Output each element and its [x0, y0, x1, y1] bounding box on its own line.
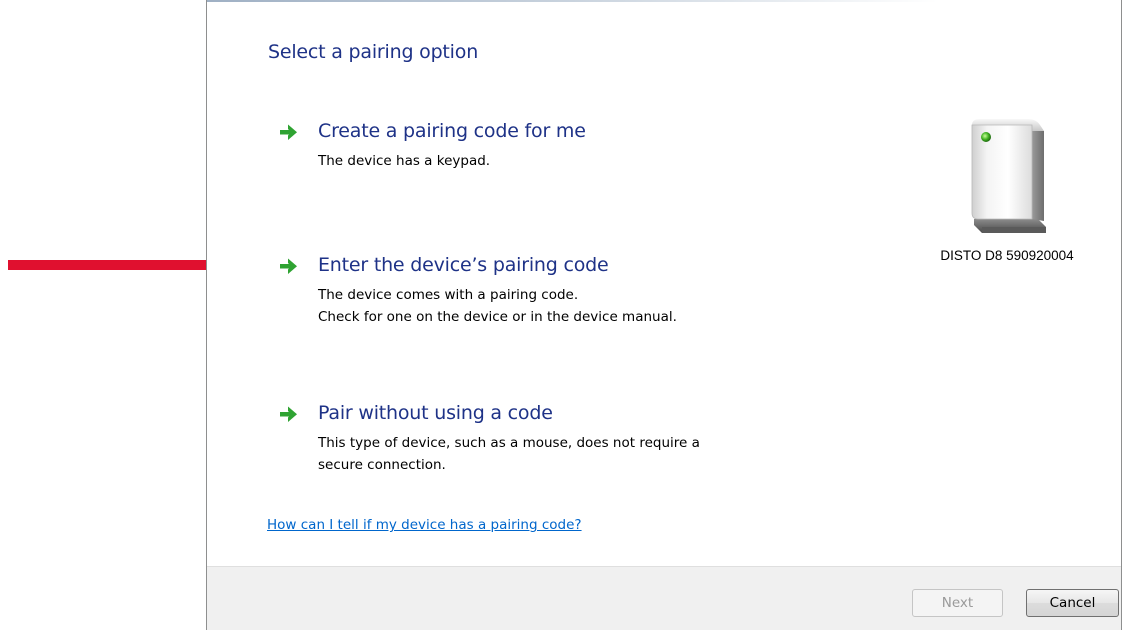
option-description-line: Check for one on the device or in the de… — [318, 309, 677, 325]
device-panel: DISTO D8 590920004 — [907, 110, 1117, 280]
next-button[interactable]: Next — [912, 589, 1003, 617]
device-name: DISTO D8 590920004 — [940, 248, 1074, 263]
option-description-line: The device has a keypad. — [318, 153, 491, 169]
option-description-line: The device comes with a pairing code. — [318, 287, 579, 303]
dialog-title: Select a pairing option — [268, 41, 479, 63]
generic-device-icon — [971, 119, 1046, 233]
dialog-footer: Next Cancel — [207, 566, 1121, 630]
option-description: This type of device, such as a mouse, do… — [318, 432, 700, 476]
cancel-button[interactable]: Cancel — [1026, 589, 1119, 617]
dialog-top-border — [207, 0, 1121, 2]
green-arrow-icon — [280, 406, 297, 422]
option-description: The device comes with a pairing code. Ch… — [318, 284, 677, 328]
green-arrow-icon — [280, 124, 297, 140]
pairing-dialog: Select a pairing option Create a pairing… — [206, 0, 1122, 630]
option-description: The device has a keypad. — [318, 150, 490, 172]
option-title: Pair without using a code — [318, 402, 553, 424]
option-title: Enter the device’s pairing code — [318, 254, 609, 276]
pairing-code-help-link[interactable]: How can I tell if my device has a pairin… — [267, 517, 582, 533]
page: Select a pairing option Create a pairing… — [0, 0, 1124, 630]
option-description-line: secure connection. — [318, 457, 446, 473]
option-title: Create a pairing code for me — [318, 120, 586, 142]
option-description-line: This type of device, such as a mouse, do… — [318, 435, 700, 451]
green-arrow-icon — [280, 258, 297, 274]
